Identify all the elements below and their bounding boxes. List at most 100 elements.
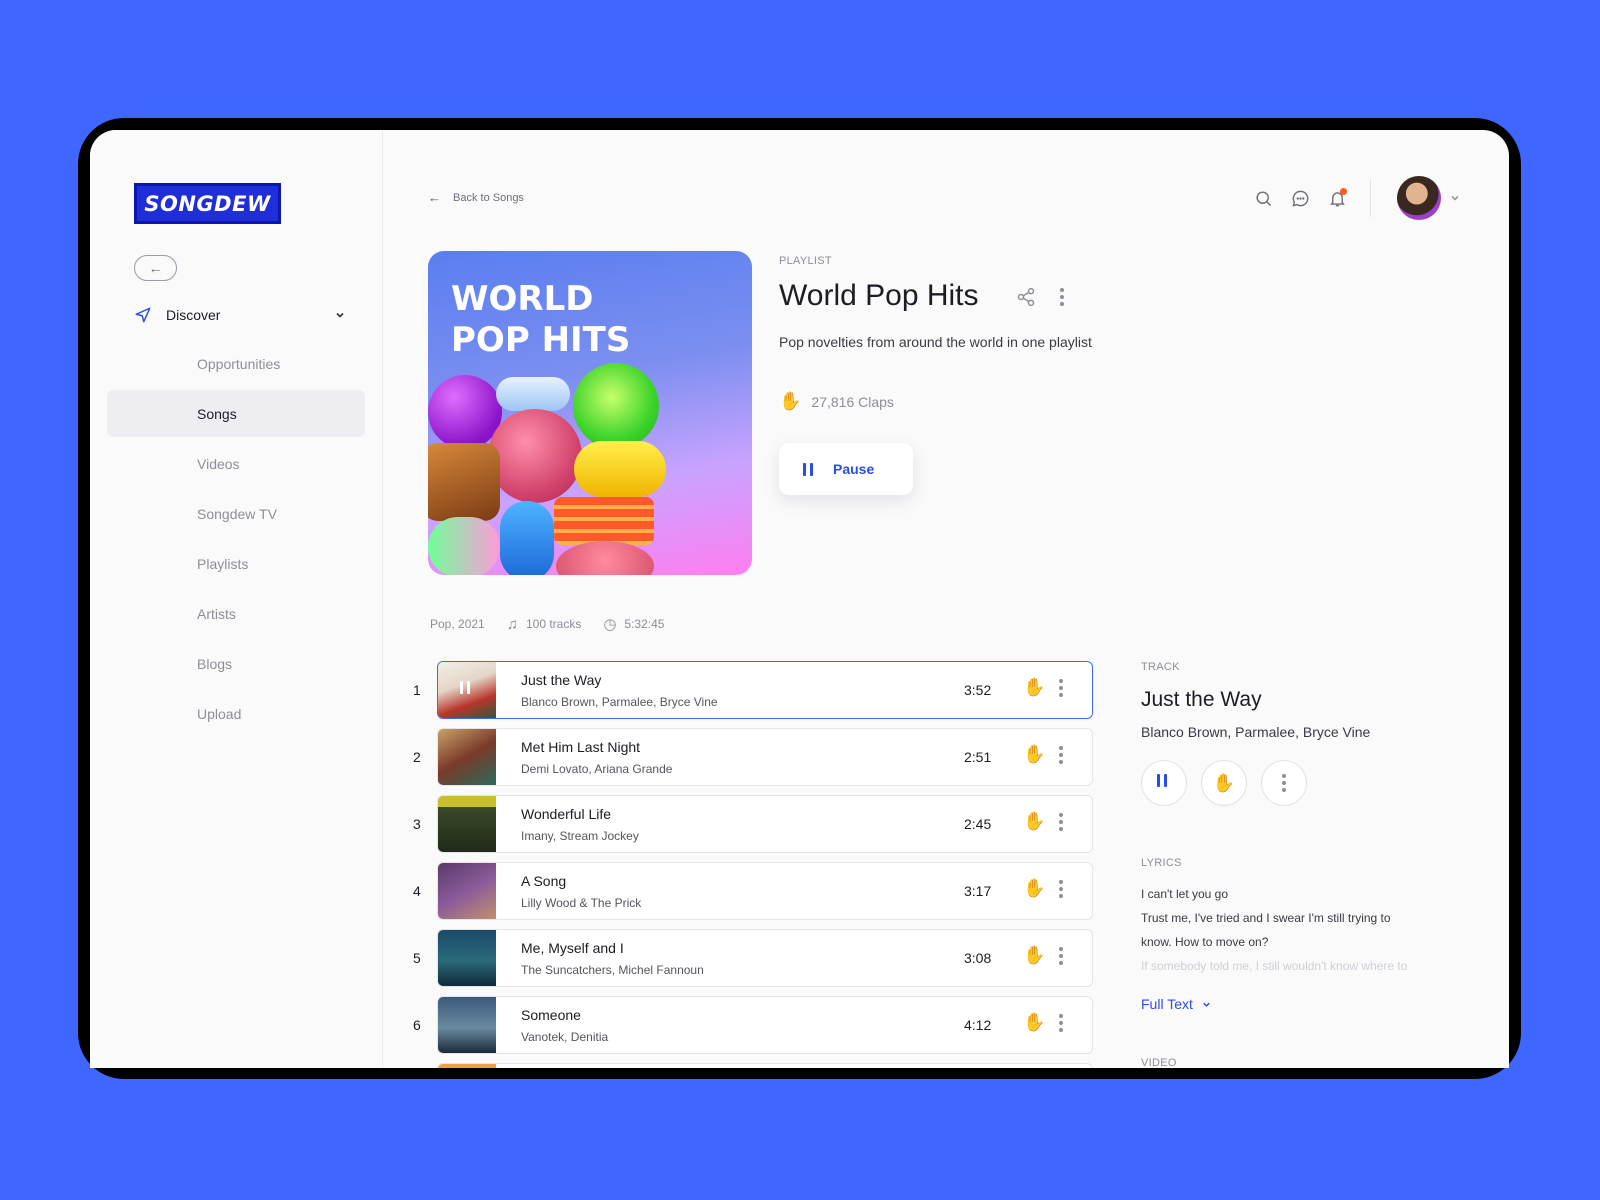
track-artist: Blanco Brown, Parmalee, Bryce Vine: [521, 695, 718, 709]
track-number: 4: [413, 883, 421, 899]
sidebar-item-videos[interactable]: Videos: [107, 440, 365, 487]
playlist-claps[interactable]: ✋ 27,816 Claps: [779, 391, 894, 412]
track-title: Me, Myself and I: [521, 940, 624, 956]
track-thumbnail[interactable]: [438, 930, 496, 986]
pause-icon: [1157, 774, 1171, 792]
pause-label: Pause: [833, 461, 875, 477]
track-more-icon[interactable]: [1058, 944, 1064, 968]
more-button[interactable]: [1261, 760, 1307, 806]
sidebar-item-blogs[interactable]: Blogs: [107, 640, 365, 687]
clap-icon[interactable]: ✋: [1023, 1012, 1045, 1033]
sidebar-item-opportunities[interactable]: Opportunities: [107, 340, 365, 387]
table-row[interactable]: 1 Just the Way Blanco Brown, Parmalee, B…: [413, 661, 1103, 719]
sidebar-item-label: Opportunities: [197, 355, 281, 372]
track-list: 1 Just the Way Blanco Brown, Parmalee, B…: [413, 661, 1103, 1068]
track-card[interactable]: Wonderful Life Imany, Stream Jockey 2:45…: [437, 795, 1093, 853]
lyrics-line: know. How to move on?: [1141, 935, 1269, 949]
pause-button[interactable]: Pause: [779, 443, 913, 495]
table-row[interactable]: 3 Wonderful Life Imany, Stream Jockey 2:…: [413, 795, 1103, 853]
clap-icon[interactable]: ✋: [1023, 744, 1045, 765]
track-more-icon[interactable]: [1058, 877, 1064, 901]
track-number: 6: [413, 1017, 421, 1033]
sidebar-item-songs[interactable]: Songs: [107, 390, 365, 437]
sidebar-item-songdew-tv[interactable]: Songdew TV: [107, 490, 365, 537]
track-title: Someone: [521, 1007, 581, 1023]
candy-yellow: [574, 441, 666, 497]
track-number: 3: [413, 816, 421, 832]
playlist-more-icon[interactable]: [1059, 288, 1065, 306]
chat-icon[interactable]: [1289, 187, 1311, 209]
clap-icon[interactable]: ✋: [1023, 945, 1045, 966]
chevron-down-icon[interactable]: [1449, 192, 1461, 204]
track-card[interactable]: A Song Lilly Wood & The Prick 3:17 ✋: [437, 862, 1093, 920]
track-more-icon[interactable]: [1058, 810, 1064, 834]
track-more-icon[interactable]: [1058, 743, 1064, 767]
full-text-link[interactable]: Full Text: [1141, 996, 1212, 1012]
candy-striped: [554, 497, 654, 545]
track-more-icon[interactable]: [1058, 1011, 1064, 1035]
playlist-title: World Pop Hits: [779, 279, 979, 312]
table-row[interactable]: 4 A Song Lilly Wood & The Prick 3:17 ✋: [413, 862, 1103, 920]
table-row[interactable]: 2 Met Him Last Night Demi Lovato, Ariana…: [413, 728, 1103, 786]
arrow-left-icon: ←: [428, 190, 441, 205]
sidebar-item-artists[interactable]: Artists: [107, 590, 365, 637]
track-more-icon[interactable]: [1058, 676, 1064, 700]
sidebar-item-label: Artists: [197, 605, 236, 622]
candy-mint: [428, 517, 500, 575]
back-to-songs-link[interactable]: ← Back to Songs: [428, 190, 524, 205]
sidebar-item-label: Playlists: [197, 555, 249, 572]
nav-section-discover[interactable]: Discover: [134, 302, 346, 328]
clock-icon: ◷: [603, 616, 617, 633]
back-label: Back to Songs: [453, 191, 524, 204]
full-text-label: Full Text: [1141, 996, 1193, 1012]
pause-icon: [803, 462, 817, 476]
track-thumbnail[interactable]: [438, 796, 496, 852]
track-duration: 2:51: [964, 749, 992, 765]
songdew-logo[interactable]: SONGDEW: [134, 183, 281, 224]
logo-text: SONGDEW: [144, 191, 271, 216]
video-section-label: VIDEO: [1141, 1057, 1177, 1068]
cover-title-line: POP HITS: [451, 320, 631, 360]
collapse-sidebar-button[interactable]: ←: [134, 255, 177, 281]
track-card[interactable]: [437, 1063, 1093, 1068]
track-eyebrow: TRACK: [1141, 661, 1180, 673]
track-card[interactable]: Me, Myself and I The Suncatchers, Michel…: [437, 929, 1093, 987]
pause-icon[interactable]: [438, 662, 496, 718]
track-card[interactable]: Someone Vanotek, Denitia 4:12 ✋: [437, 996, 1093, 1054]
sidebar-item-playlists[interactable]: Playlists: [107, 540, 365, 587]
table-row[interactable]: 6 Someone Vanotek, Denitia 4:12 ✋: [413, 996, 1103, 1054]
table-row-partial[interactable]: [413, 1063, 1103, 1068]
track-panel-actions: ✋: [1141, 760, 1321, 806]
arrow-left-icon: ←: [148, 260, 163, 276]
clap-icon[interactable]: ✋: [1023, 677, 1045, 698]
share-icon[interactable]: [1016, 287, 1036, 312]
track-artist: Demi Lovato, Ariana Grande: [521, 762, 673, 776]
pause-button[interactable]: [1141, 760, 1187, 806]
track-thumbnail[interactable]: [438, 863, 496, 919]
candy-blue: [500, 501, 554, 575]
track-card[interactable]: Met Him Last Night Demi Lovato, Ariana G…: [437, 728, 1093, 786]
clap-button[interactable]: ✋: [1201, 760, 1247, 806]
avatar[interactable]: [1397, 176, 1441, 220]
search-icon[interactable]: [1252, 187, 1274, 209]
tracks-count: 100 tracks: [525, 617, 582, 631]
track-thumbnail[interactable]: [438, 662, 496, 718]
track-artist: Lilly Wood & The Prick: [521, 896, 642, 910]
track-thumbnail[interactable]: [438, 1064, 496, 1068]
track-thumbnail[interactable]: [438, 729, 496, 785]
clap-icon[interactable]: ✋: [1023, 878, 1045, 899]
playlist-description: Pop novelties from around the world in o…: [779, 334, 1092, 350]
track-card[interactable]: Just the Way Blanco Brown, Parmalee, Bry…: [437, 661, 1093, 719]
table-row[interactable]: 5 Me, Myself and I The Suncatchers, Mich…: [413, 929, 1103, 987]
playlist-cover-art: WORLD POP HITS: [428, 251, 752, 575]
sidebar-item-upload[interactable]: Upload: [107, 690, 365, 737]
header-divider: [1370, 179, 1371, 217]
sidebar-item-label: Videos: [197, 455, 240, 472]
clap-icon[interactable]: ✋: [1023, 811, 1045, 832]
track-panel-artist: Blanco Brown, Parmalee, Bryce Vine: [1141, 724, 1371, 740]
playlist-eyebrow: PLAYLIST: [779, 255, 832, 267]
track-thumbnail[interactable]: [438, 997, 496, 1053]
bell-icon[interactable]: [1326, 187, 1348, 209]
track-number: 5: [413, 950, 421, 966]
sidebar-item-label: Songs: [197, 405, 237, 422]
